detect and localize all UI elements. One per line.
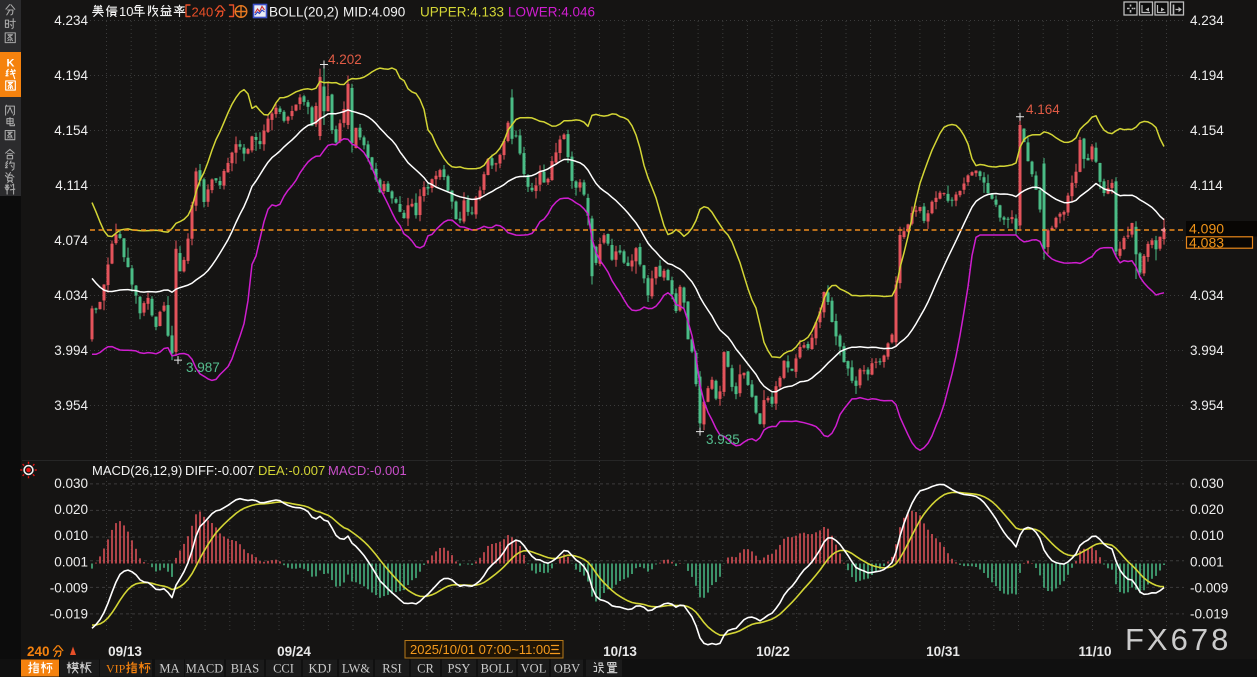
- svg-text:MID:4.090: MID:4.090: [343, 5, 405, 20]
- svg-text:4.154: 4.154: [54, 123, 88, 138]
- svg-text:-0.019: -0.019: [1190, 607, 1228, 622]
- svg-text:0.010: 0.010: [1190, 528, 1224, 543]
- svg-text:LOWER:4.046: LOWER:4.046: [508, 5, 595, 20]
- svg-text:2025/10/01 07:00~11:00: 2025/10/01 07:00~11:00: [410, 642, 550, 657]
- svg-text:4.114: 4.114: [55, 178, 88, 193]
- svg-text:11/10: 11/10: [1078, 644, 1111, 659]
- svg-text:-0.009: -0.009: [1190, 580, 1228, 595]
- svg-text:0.030: 0.030: [1190, 476, 1224, 491]
- svg-text:240: 240: [192, 5, 214, 20]
- svg-text:3.935: 3.935: [706, 432, 740, 447]
- svg-text:OBV: OBV: [554, 662, 580, 676]
- svg-text:0.020: 0.020: [54, 502, 88, 517]
- svg-text:RSI: RSI: [382, 662, 401, 676]
- svg-text:4.194: 4.194: [54, 68, 88, 83]
- svg-text:MA: MA: [159, 662, 179, 676]
- svg-text:3.954: 3.954: [1190, 398, 1224, 413]
- svg-text:DEA:-0.007: DEA:-0.007: [258, 463, 325, 478]
- svg-text:BIAS: BIAS: [231, 662, 260, 676]
- svg-text:0.030: 0.030: [54, 476, 88, 491]
- svg-text:KDJ: KDJ: [309, 662, 332, 676]
- svg-text:BOLL: BOLL: [481, 662, 514, 676]
- svg-text:0.010: 0.010: [54, 528, 88, 543]
- svg-text:PSY: PSY: [448, 662, 471, 676]
- svg-text:3.994: 3.994: [54, 343, 88, 358]
- svg-text:VIP: VIP: [106, 662, 126, 676]
- svg-text:VOL: VOL: [521, 662, 547, 676]
- svg-text:4.164: 4.164: [1026, 102, 1060, 117]
- svg-text:4.034: 4.034: [54, 288, 88, 303]
- svg-text:4.034: 4.034: [1190, 288, 1224, 303]
- svg-text:4.202: 4.202: [328, 52, 362, 67]
- svg-text:CCI: CCI: [273, 662, 294, 676]
- svg-text:MACD: MACD: [186, 662, 224, 676]
- svg-text:DIFF:-0.007: DIFF:-0.007: [185, 463, 254, 478]
- svg-text:MACD(26,12,9): MACD(26,12,9): [92, 463, 182, 478]
- svg-text:0.001: 0.001: [54, 554, 88, 569]
- svg-text:10/22: 10/22: [756, 644, 790, 659]
- svg-text:3.987: 3.987: [186, 360, 220, 375]
- svg-text:4.114: 4.114: [1190, 178, 1223, 193]
- svg-text:FX678: FX678: [1125, 622, 1231, 657]
- svg-text:3.994: 3.994: [1190, 343, 1224, 358]
- svg-text:4.234: 4.234: [54, 13, 88, 28]
- svg-text:4.083: 4.083: [1189, 235, 1224, 251]
- svg-text:09/24: 09/24: [277, 644, 311, 659]
- svg-text:240: 240: [27, 644, 50, 659]
- svg-text:0.020: 0.020: [1190, 502, 1224, 517]
- svg-text:4.154: 4.154: [1190, 123, 1224, 138]
- svg-text:BOLL(20,2): BOLL(20,2): [269, 5, 339, 20]
- svg-text:10/31: 10/31: [926, 644, 960, 659]
- svg-text:MACD:-0.001: MACD:-0.001: [328, 463, 407, 478]
- svg-text:10/13: 10/13: [603, 644, 637, 659]
- svg-text:4.194: 4.194: [1190, 68, 1224, 83]
- svg-text:CR: CR: [417, 662, 434, 676]
- svg-text:4.234: 4.234: [1190, 13, 1224, 28]
- svg-text:4.074: 4.074: [54, 233, 88, 248]
- svg-text:K: K: [7, 58, 15, 70]
- svg-text:LW&: LW&: [342, 662, 371, 676]
- svg-text:-0.019: -0.019: [50, 607, 88, 622]
- svg-text:09/13: 09/13: [108, 644, 142, 659]
- svg-text:10: 10: [119, 4, 133, 19]
- svg-text:UPPER:4.133: UPPER:4.133: [420, 5, 504, 20]
- svg-text:0.001: 0.001: [1190, 554, 1224, 569]
- svg-text:3.954: 3.954: [54, 398, 88, 413]
- svg-text:-0.009: -0.009: [50, 580, 88, 595]
